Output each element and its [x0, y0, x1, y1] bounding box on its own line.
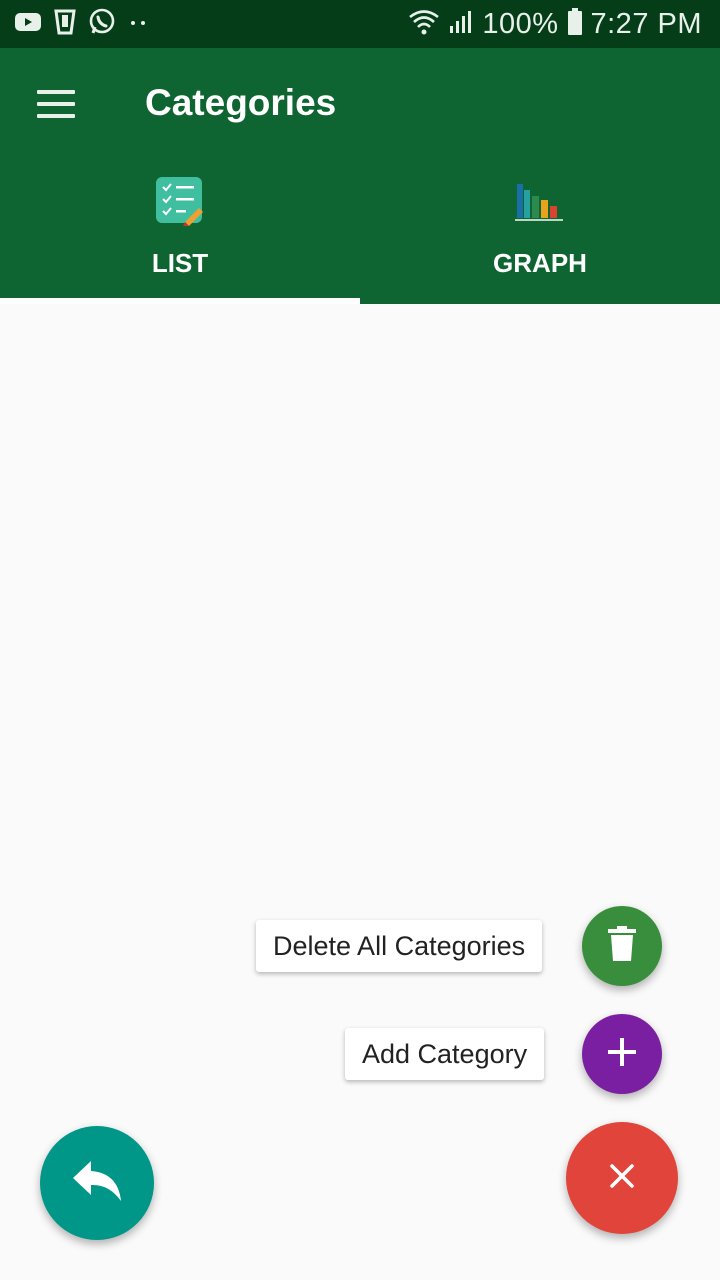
back-button[interactable]: [40, 1126, 154, 1240]
battery-icon: [567, 7, 583, 41]
add-category-label[interactable]: Add Category: [345, 1028, 545, 1080]
plus-icon: [606, 1036, 638, 1073]
tab-list-label: LIST: [151, 248, 209, 278]
tab-graph[interactable]: GRAPH: [360, 166, 720, 300]
more-dots-icon: [128, 15, 148, 33]
reply-arrow-icon: [71, 1159, 123, 1208]
battery-percent: 100%: [482, 7, 559, 40]
clipboard-icon: [54, 9, 76, 40]
delete-all-categories-label[interactable]: Delete All Categories: [256, 920, 543, 972]
status-bar: 100% 7:27 PM: [0, 0, 720, 48]
bar-chart-icon: [514, 180, 566, 229]
whatsapp-icon: [88, 8, 116, 41]
add-category-button[interactable]: [582, 1014, 662, 1094]
tab-graph-label: GRAPH: [493, 248, 587, 278]
close-icon: [609, 1163, 635, 1194]
youtube-icon: [14, 11, 42, 38]
checklist-icon: [155, 176, 205, 231]
tab-list[interactable]: LIST: [0, 166, 360, 300]
signal-icon: [448, 9, 474, 40]
wifi-icon: [408, 8, 440, 41]
delete-all-button[interactable]: [582, 906, 662, 986]
trash-icon: [607, 925, 637, 967]
menu-button[interactable]: [32, 84, 80, 124]
close-fab-menu-button[interactable]: [566, 1122, 678, 1234]
page-title: Categories: [145, 82, 337, 123]
clock: 7:27 PM: [590, 7, 702, 40]
app-bar: Categories LIST GRAPH: [0, 48, 720, 304]
